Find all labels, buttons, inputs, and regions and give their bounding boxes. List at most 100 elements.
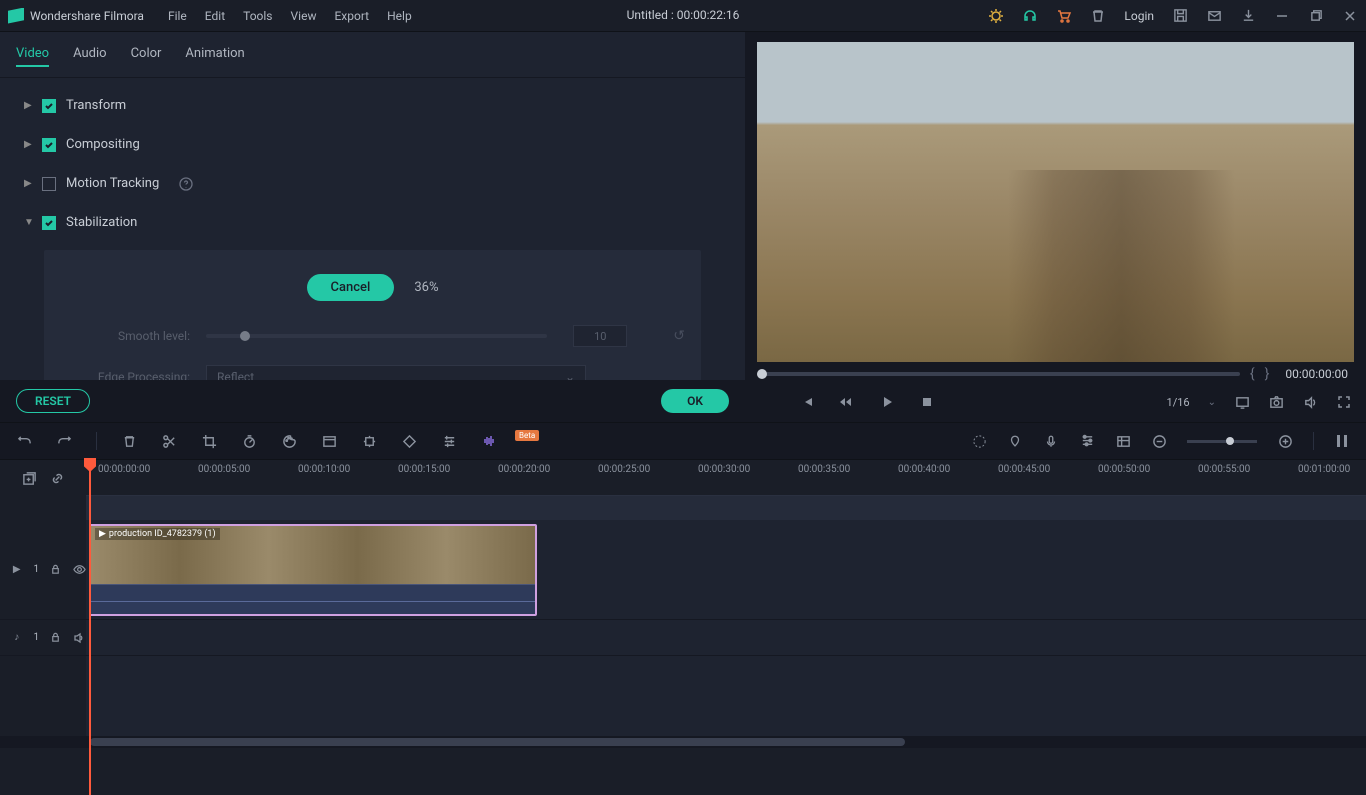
track-manager-icon[interactable] [1115, 433, 1131, 449]
preview-viewport[interactable] [757, 42, 1354, 362]
green-screen-icon[interactable] [321, 433, 337, 449]
timeline-scrollbar[interactable] [0, 736, 1366, 748]
audio-track-lane[interactable] [86, 620, 1366, 655]
compositing-checkbox[interactable] [42, 138, 56, 152]
preview-scale[interactable]: 1/16 [1167, 396, 1190, 409]
edge-processing-select[interactable]: Reflect ⌄ [206, 365, 586, 380]
time-mark: 00:00:10:00 [298, 464, 350, 475]
stop-icon[interactable] [919, 394, 935, 410]
audio-track-header: ♪ 1 [0, 620, 86, 655]
smooth-level-value[interactable]: 10 [573, 325, 627, 347]
property-stabilization[interactable]: ▼ Stabilization [0, 203, 745, 242]
time-mark: 00:00:00:00 [98, 464, 150, 475]
menu-file[interactable]: File [168, 9, 187, 23]
transform-checkbox[interactable] [42, 99, 56, 113]
close-icon[interactable] [1342, 8, 1358, 24]
speaker-icon[interactable] [73, 630, 86, 646]
time-mark: 00:00:35:00 [798, 464, 850, 475]
split-icon[interactable] [161, 433, 177, 449]
app-logo-icon [8, 8, 24, 24]
zoom-out-icon[interactable] [1151, 433, 1167, 449]
tab-animation[interactable]: Animation [185, 46, 244, 67]
time-mark: 00:00:15:00 [398, 464, 450, 475]
mixer-icon[interactable] [1079, 433, 1095, 449]
trash-icon[interactable] [1090, 8, 1106, 24]
color-icon[interactable] [281, 433, 297, 449]
time-mark: 00:01:00:00 [1298, 464, 1350, 475]
delete-icon[interactable] [121, 433, 137, 449]
eye-icon[interactable] [73, 562, 86, 578]
cart-icon[interactable] [1056, 8, 1072, 24]
property-motion-tracking[interactable]: ▶ Motion Tracking [0, 164, 745, 203]
video-track: ▶ 1 ▶ production ID_4782379 (1) [0, 520, 1366, 620]
mark-in-icon[interactable]: { [1250, 366, 1255, 382]
reset-icon[interactable]: ↺ [673, 328, 685, 344]
link-icon[interactable] [49, 470, 65, 486]
help-icon[interactable] [179, 177, 193, 191]
menu-view[interactable]: View [291, 9, 317, 23]
tab-audio[interactable]: Audio [73, 46, 106, 67]
audio-waveform-icon[interactable] [481, 433, 497, 449]
time-mark: 00:00:30:00 [698, 464, 750, 475]
video-clip[interactable]: ▶ production ID_4782379 (1) [89, 524, 537, 616]
minimize-icon[interactable] [1274, 8, 1290, 24]
marker-icon[interactable] [1007, 433, 1023, 449]
undo-icon[interactable] [16, 433, 32, 449]
snapshot-icon[interactable] [1268, 394, 1284, 410]
lock-icon[interactable] [49, 562, 62, 578]
video-track-lane[interactable]: ▶ production ID_4782379 (1) [86, 520, 1366, 619]
tips-icon[interactable] [988, 8, 1004, 24]
smooth-level-slider[interactable] [206, 334, 547, 338]
menu-tools[interactable]: Tools [243, 9, 272, 23]
lock-icon[interactable] [49, 630, 62, 646]
quality-icon[interactable] [1234, 394, 1250, 410]
speed-icon[interactable] [241, 433, 257, 449]
keyframe-icon[interactable] [401, 433, 417, 449]
redo-icon[interactable] [56, 433, 72, 449]
mail-icon[interactable] [1206, 8, 1222, 24]
headphones-icon[interactable] [1022, 8, 1038, 24]
render-icon[interactable] [971, 433, 987, 449]
chevron-down-icon[interactable]: ⌄ [1208, 397, 1216, 408]
reset-button[interactable]: RESET [16, 389, 90, 413]
clip-name: production ID_4782379 (1) [109, 529, 216, 539]
preview-scrubber[interactable] [757, 372, 1240, 376]
zoom-in-icon[interactable] [1277, 433, 1293, 449]
record-icon[interactable] [1043, 433, 1059, 449]
clip-play-icon: ▶ [99, 529, 106, 539]
add-track-icon[interactable] [21, 470, 37, 486]
crop-icon[interactable] [201, 433, 217, 449]
volume-icon[interactable] [1302, 394, 1318, 410]
save-icon[interactable] [1172, 8, 1188, 24]
zoom-fit-icon[interactable] [1334, 433, 1350, 449]
tab-color[interactable]: Color [131, 46, 162, 67]
property-compositing[interactable]: ▶ Compositing [0, 125, 745, 164]
menu-edit[interactable]: Edit [205, 9, 225, 23]
motion-tracking-checkbox[interactable] [42, 177, 56, 191]
download-icon[interactable] [1240, 8, 1256, 24]
adjust-icon[interactable] [441, 433, 457, 449]
prev-frame-icon[interactable] [799, 394, 815, 410]
cancel-button[interactable]: Cancel [307, 274, 395, 301]
step-back-icon[interactable] [839, 394, 855, 410]
time-mark: 00:00:25:00 [598, 464, 650, 475]
login-button[interactable]: Login [1124, 9, 1154, 23]
property-transform[interactable]: ▶ Transform [0, 86, 745, 125]
stabilization-checkbox[interactable] [42, 216, 56, 230]
playhead[interactable] [89, 460, 91, 795]
edge-processing-label: Edge Processing: [60, 370, 190, 380]
mark-out-icon[interactable]: } [1265, 366, 1270, 382]
menu-help[interactable]: Help [387, 9, 412, 23]
fullscreen-icon[interactable] [1336, 394, 1352, 410]
ok-button[interactable]: OK [661, 389, 729, 413]
motion-tracking-tool-icon[interactable] [361, 433, 377, 449]
menu-export[interactable]: Export [334, 9, 369, 23]
panel-footer: RESET OK [0, 380, 745, 422]
zoom-slider[interactable] [1187, 440, 1257, 443]
chevron-right-icon: ▶ [24, 139, 34, 150]
chevron-right-icon: ▶ [24, 178, 34, 189]
play-icon[interactable] [879, 394, 895, 410]
maximize-icon[interactable] [1308, 8, 1324, 24]
tab-video[interactable]: Video [16, 46, 49, 67]
time-ruler[interactable]: 00:00:00:00 00:00:05:00 00:00:10:00 00:0… [86, 460, 1366, 496]
